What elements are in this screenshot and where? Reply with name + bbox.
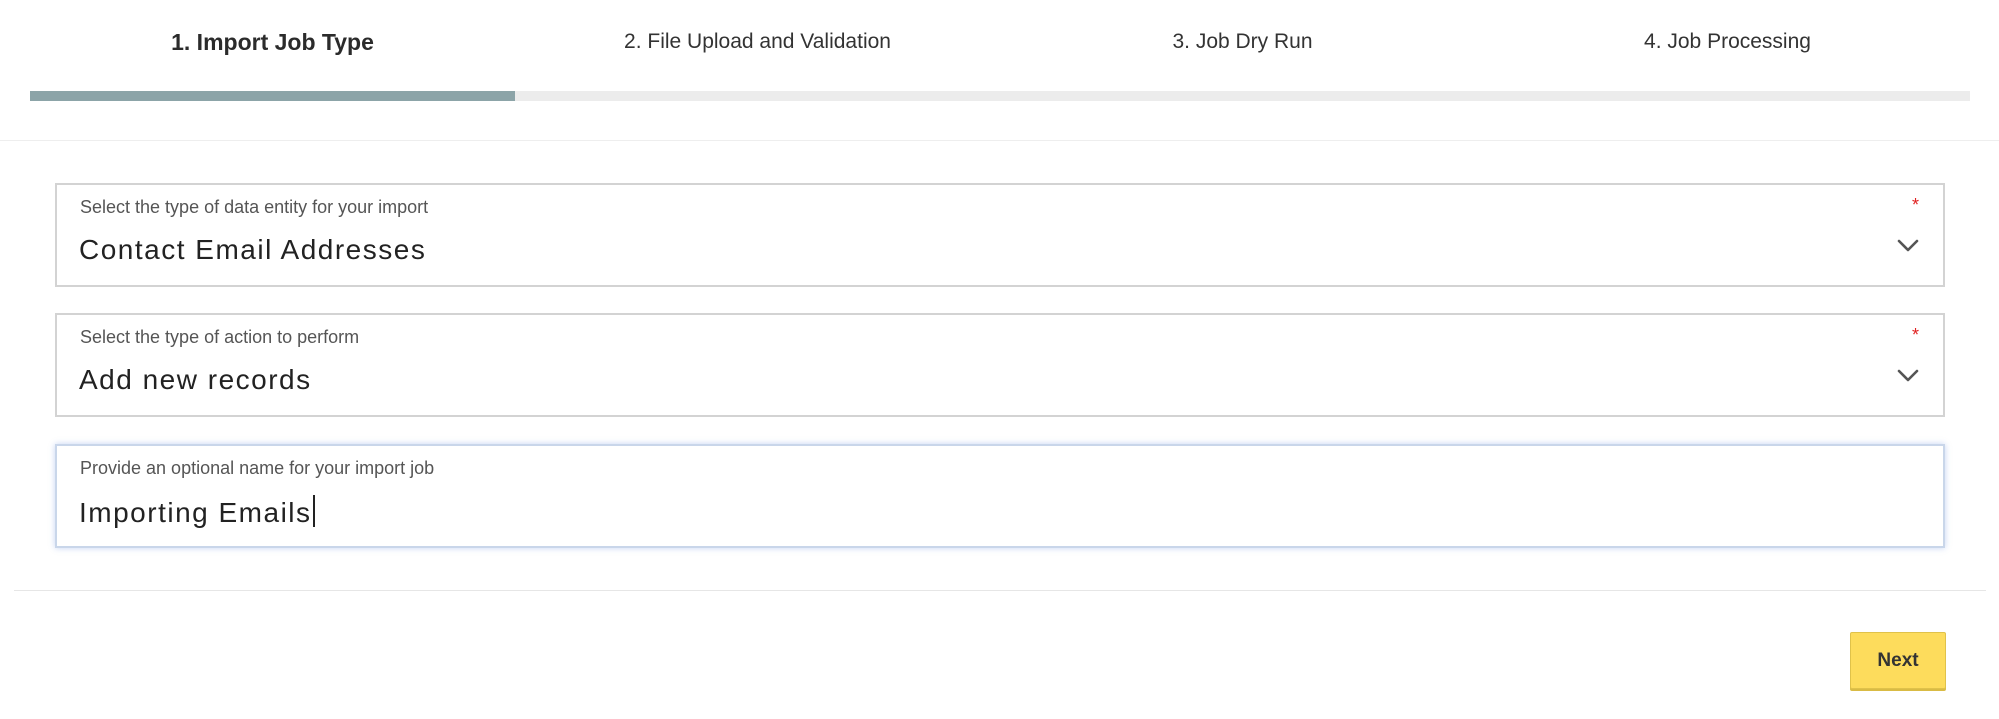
chevron-down-icon[interactable]: [1895, 235, 1921, 255]
entity-type-label: Select the type of data entity for your …: [80, 197, 429, 217]
step-import-job-type[interactable]: 1. Import Job Type: [30, 0, 515, 92]
wizard-stepper: 1. Import Job Type 2. File Upload and Va…: [30, 0, 1970, 102]
action-type-label: Select the type of action to perform: [80, 327, 360, 347]
job-name-value[interactable]: Importing Emails: [79, 495, 315, 529]
action-type-value[interactable]: Add new records: [79, 364, 312, 396]
next-button[interactable]: Next: [1850, 632, 1946, 689]
progress-track: [30, 91, 1970, 101]
required-marker: *: [1911, 195, 1919, 215]
progress-fill: [30, 91, 515, 101]
step-file-upload-validation[interactable]: 2. File Upload and Validation: [515, 0, 1000, 92]
job-name-label: Provide an optional name for your import…: [80, 458, 435, 478]
action-type-select[interactable]: Select the type of action to perform * A…: [55, 313, 1945, 417]
job-name-input[interactable]: Provide an optional name for your import…: [55, 444, 1945, 548]
import-wizard-page: 1. Import Job Type 2. File Upload and Va…: [0, 0, 1999, 719]
required-marker: *: [1911, 325, 1919, 345]
text-cursor: [312, 495, 315, 527]
chevron-down-icon[interactable]: [1895, 365, 1921, 385]
entity-type-select[interactable]: Select the type of data entity for your …: [55, 183, 1945, 287]
entity-type-value[interactable]: Contact Email Addresses: [79, 234, 426, 266]
step-job-processing[interactable]: 4. Job Processing: [1485, 0, 1970, 92]
step-job-dry-run[interactable]: 3. Job Dry Run: [1000, 0, 1485, 92]
step-list: 1. Import Job Type 2. File Upload and Va…: [30, 0, 1970, 92]
divider: [14, 590, 1986, 591]
job-name-text[interactable]: Importing Emails: [79, 497, 312, 528]
divider: [0, 140, 1999, 141]
